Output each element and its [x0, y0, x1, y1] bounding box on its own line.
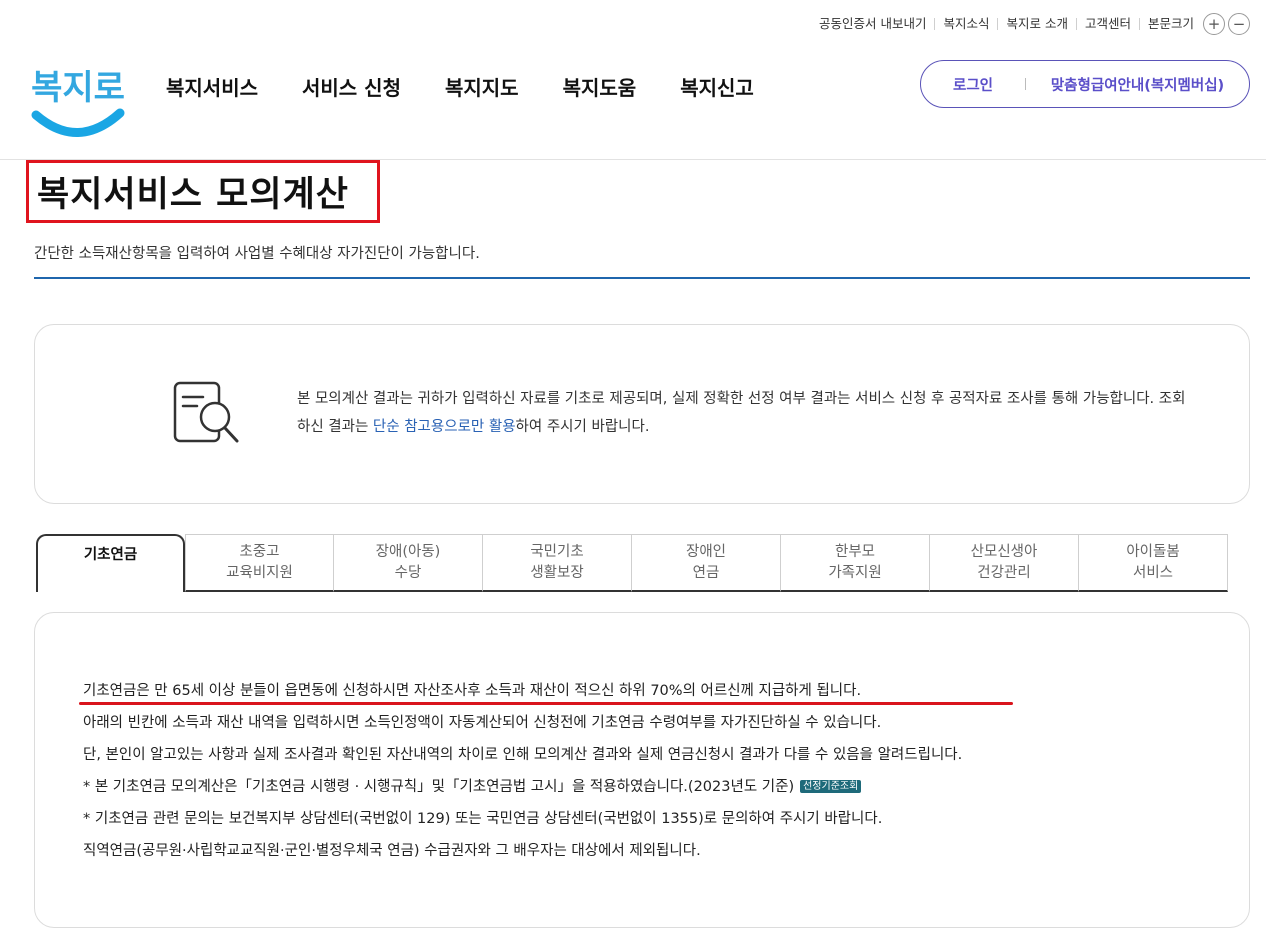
- tab-maternity-care[interactable]: 산모신생아 건강관리: [930, 534, 1079, 592]
- tab-label: 기초연금: [83, 547, 138, 563]
- login-button[interactable]: 로그인: [921, 74, 1025, 95]
- page-subtitle: 간단한 소득재산항목을 입력하여 사업별 수혜대상 자가진단이 가능합니다.: [34, 246, 480, 262]
- content-card: 기초연금은 만 65세 이상 분들이 읍면동에 신청하시면 자산조사후 소득과 …: [34, 612, 1250, 928]
- content-line-1: 기초연금은 만 65세 이상 분들이 읍면동에 신청하시면 자산조사후 소득과 …: [83, 683, 862, 699]
- criteria-lookup-badge[interactable]: 선정기준조회: [800, 780, 862, 793]
- nav-welfare-service[interactable]: 복지서비스: [166, 72, 258, 101]
- tab-basic-pension[interactable]: 기초연금: [36, 534, 185, 592]
- text-size-label: 본문크기: [1138, 17, 1194, 30]
- tab-label: 장애인 연금: [685, 543, 727, 581]
- cert-export-link[interactable]: 공동인증서 내보내기: [811, 17, 934, 30]
- zoom-in-button[interactable]: +: [1203, 13, 1225, 35]
- content-line-2: 아래의 빈칸에 소득과 재산 내역을 입력하시면 소득인정액이 자동계산되어 신…: [83, 715, 882, 731]
- calculator-tabs: 기초연금 초중고 교육비지원 장애(아동) 수당 국민기초 생활보장 장애인 연금 한부…: [36, 534, 1228, 592]
- tab-label: 국민기초 생활보장: [530, 543, 584, 581]
- document-search-icon: [173, 381, 243, 449]
- nav-welfare-report[interactable]: 복지신고: [680, 72, 754, 101]
- about-link[interactable]: 복지로 소개: [997, 17, 1075, 30]
- nav-service-apply[interactable]: 서비스 신청: [302, 72, 401, 101]
- red-underline: [79, 702, 1013, 705]
- main-navigation: 복지서비스 서비스 신청 복지지도 복지도움 복지신고: [166, 72, 754, 101]
- page-title-box: 복지서비스 모의계산: [26, 160, 380, 223]
- nav-welfare-map[interactable]: 복지지도: [445, 72, 519, 101]
- customer-center-link[interactable]: 고객센터: [1075, 17, 1139, 30]
- content-line-4: * 본 기초연금 모의계산은「기초연금 시행령 · 시행규칙」및「기초연금법 고…: [83, 779, 795, 795]
- content-line-5: * 기초연금 관련 문의는 보건복지부 상담센터(국번없이 129) 또는 국민…: [83, 811, 883, 827]
- content-line: 기초연금은 만 65세 이상 분들이 읍면동에 신청하시면 자산조사후 소득과 …: [79, 677, 1013, 709]
- tab-basic-livelihood[interactable]: 국민기초 생활보장: [483, 534, 632, 592]
- tab-single-parent[interactable]: 한부모 가족지원: [781, 534, 930, 592]
- account-box: 로그인 맞춤형급여안내(복지멤버십): [920, 60, 1250, 108]
- tab-school-education[interactable]: 초중고 교육비지원: [185, 534, 334, 592]
- tab-label: 한부모 가족지원: [828, 543, 882, 581]
- tab-label: 장애(아동) 수당: [375, 543, 441, 581]
- title-divider: [34, 277, 1250, 279]
- tab-childcare-service[interactable]: 아이돌봄 서비스: [1079, 534, 1228, 592]
- notice-highlight: 단순 참고용으로만 활용: [372, 419, 516, 435]
- membership-button[interactable]: 맞춤형급여안내(복지멤버십): [1026, 74, 1249, 95]
- notice-card: 본 모의계산 결과는 귀하가 입력하신 자료를 기초로 제공되며, 실제 정확한…: [34, 324, 1250, 504]
- logo-text: 복지로: [31, 68, 125, 108]
- tab-label: 산모신생아 건강관리: [970, 543, 1038, 581]
- zoom-out-button[interactable]: −: [1228, 13, 1250, 35]
- notice-text-part2: 하여 주시기 바랍니다.: [515, 419, 650, 435]
- utility-bar: 공동인증서 내보내기 복지소식 복지로 소개 고객센터 본문크기 + −: [811, 13, 1250, 35]
- tab-label: 아이돌봄 서비스: [1126, 543, 1180, 581]
- tab-disability-child-allowance[interactable]: 장애(아동) 수당: [334, 534, 483, 592]
- logo-icon: 복지로: [31, 68, 125, 137]
- bokjiro-logo[interactable]: 복지로: [30, 55, 126, 141]
- tab-disability-pension[interactable]: 장애인 연금: [632, 534, 781, 592]
- content-line: * 본 기초연금 모의계산은「기초연금 시행령 · 시행규칙」및「기초연금법 고…: [83, 773, 962, 805]
- content-line-3: 단, 본인이 알고있는 사항과 실제 조사결과 확인된 자산내역의 차이로 인해…: [83, 747, 963, 763]
- notice-text: 본 모의계산 결과는 귀하가 입력하신 자료를 기초로 제공되며, 실제 정확한…: [297, 385, 1197, 441]
- news-link[interactable]: 복지소식: [934, 17, 997, 30]
- content-line-6: 직역연금(공무원·사립학교교직원·군인·별정우체국 연금) 수급권자와 그 배우…: [83, 843, 701, 859]
- page-title: 복지서비스 모의계산: [37, 175, 349, 215]
- tab-label: 초중고 교육비지원: [226, 543, 293, 581]
- nav-welfare-help[interactable]: 복지도움: [563, 72, 637, 101]
- content-text: 기초연금은 만 65세 이상 분들이 읍면동에 신청하시면 자산조사후 소득과 …: [79, 677, 1013, 869]
